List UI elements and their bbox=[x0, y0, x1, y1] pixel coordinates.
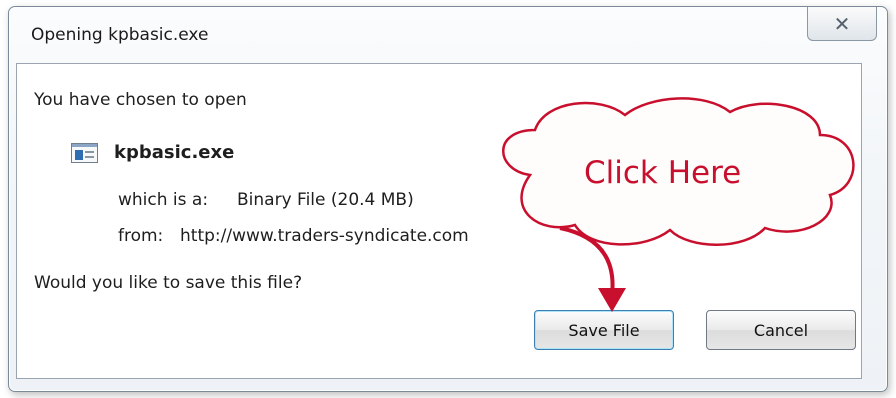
callout-arrow-head bbox=[598, 288, 626, 312]
callout-label: Click Here bbox=[584, 155, 742, 191]
callout-annotation bbox=[502, 97, 855, 312]
